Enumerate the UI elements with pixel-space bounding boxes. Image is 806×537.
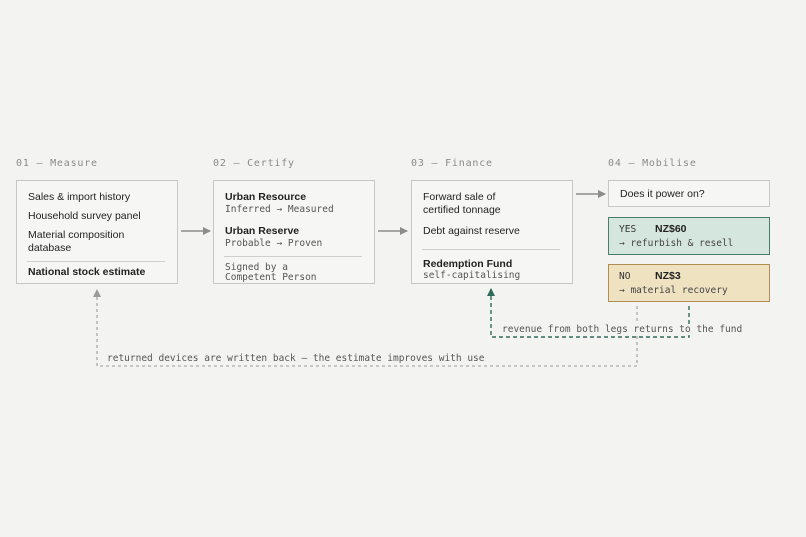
no-outcome-box: NO NZ$3 → material recovery — [608, 264, 770, 302]
urban-resource-title: Urban Resource — [225, 191, 307, 203]
finance-box: Forward sale of certified tonnage Debt a… — [411, 180, 573, 284]
fund-return-note: revenue from both legs returns to the fu… — [500, 324, 745, 335]
step-label-mobilise: 04 — Mobilise — [608, 158, 697, 169]
writeback-note: returned devices are written back — the … — [105, 353, 487, 364]
yes-action: → refurbish & resell — [619, 238, 734, 249]
yes-amount: NZ$60 — [655, 223, 687, 235]
urban-reserve-sub: Probable → Proven — [225, 238, 323, 249]
forward-sale-line2: certified tonnage — [423, 204, 501, 216]
no-amount: NZ$3 — [655, 270, 681, 282]
step-label-certify: 02 — Certify — [213, 158, 295, 169]
measure-result: National stock estimate — [28, 266, 146, 278]
step-label-finance: 03 — Finance — [411, 158, 493, 169]
measure-box: Sales & import history Household survey … — [16, 180, 178, 284]
finance-divider — [422, 249, 560, 250]
power-question-box: Does it power on? — [608, 180, 770, 207]
certify-divider — [224, 256, 362, 257]
debt-against-reserve: Debt against reserve — [423, 225, 520, 237]
urban-resource-sub: Inferred → Measured — [225, 204, 334, 215]
measure-item-material: Material composition — [28, 229, 125, 241]
measure-item-database: database — [28, 242, 72, 254]
measure-item-survey: Household survey panel — [28, 210, 141, 222]
measure-item-sales: Sales & import history — [28, 191, 131, 203]
signed-line2: Competent Person — [225, 272, 317, 283]
certify-box: Urban Resource Inferred → Measured Urban… — [213, 180, 375, 284]
power-question: Does it power on? — [620, 188, 705, 200]
urban-reserve-title: Urban Reserve — [225, 225, 300, 237]
forward-sale-line1: Forward sale of — [423, 191, 496, 203]
no-tag: NO — [619, 271, 631, 282]
yes-tag: YES — [619, 224, 637, 235]
redemption-fund-sub: self-capitalising — [423, 270, 521, 281]
yes-outcome-box: YES NZ$60 → refurbish & resell — [608, 217, 770, 255]
measure-divider — [27, 261, 165, 262]
redemption-fund-title: Redemption Fund — [423, 258, 513, 270]
no-action: → material recovery — [619, 285, 728, 296]
step-label-measure: 01 — Measure — [16, 158, 98, 169]
